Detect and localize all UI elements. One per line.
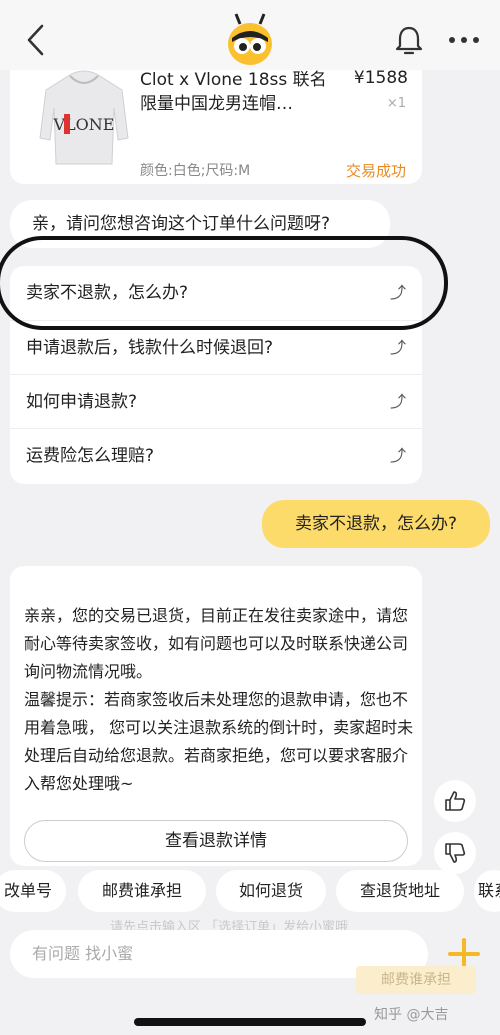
product-image: VLONE	[39, 70, 129, 165]
product-quantity: ×1	[386, 96, 406, 111]
view-refund-details-button[interactable]: 查看退款详情	[24, 820, 408, 862]
home-indicator	[134, 1018, 366, 1026]
product-title: Clot x Vlone 18ss 联名限量中国龙男连帽…	[140, 70, 327, 114]
thumbs-down-icon	[445, 843, 466, 863]
faq-item-label: 运费险怎么理赔?	[26, 446, 155, 466]
bee-mascot-icon	[228, 13, 272, 65]
faq-item[interactable]: 申请退款后，钱款什么时候退回? ⤴	[10, 320, 422, 374]
overlay-chip-shipping-fee: 邮费谁承担	[356, 966, 476, 994]
zhihu-watermark: 知乎 @大吉	[374, 1007, 449, 1023]
chip-change-tracking-number[interactable]: 改单号	[0, 870, 66, 912]
chip-how-to-return[interactable]: 如何退货	[216, 870, 326, 912]
faq-item-label: 申请退款后，钱款什么时候退回?	[26, 338, 274, 358]
thumbs-up-button[interactable]	[434, 780, 476, 822]
reply-tip-paragraph: 温馨提示：若商家签收后未处理您的退款申请，您也不用着急哦， 您可以关注退款系统的…	[24, 690, 414, 793]
top-nav-bar	[0, 0, 500, 70]
faq-item-label: 卖家不退款，怎么办?	[26, 283, 189, 303]
faq-item[interactable]: 运费险怎么理赔? ⤴	[10, 428, 422, 482]
chip-return-address[interactable]: 查退货地址	[336, 870, 464, 912]
bell-icon[interactable]	[394, 24, 424, 56]
product-spec: 颜色:白色;尺码:M	[140, 163, 251, 179]
reply-text: 亲亲，您的交易已退货，目前正在发往卖家途中，请您耐心等待卖家签收，如有问题也可以…	[24, 602, 414, 798]
user-message-bubble: 卖家不退款，怎么办?	[262, 500, 490, 548]
faq-item[interactable]: 卖家不退款，怎么办? ⤴	[10, 266, 422, 320]
bot-greeting-bubble: 亲，请问您想咨询这个订单什么问题呀?	[10, 200, 390, 248]
quick-reply-chips: 改单号 邮费谁承担 如何退货 查退货地址 联系	[0, 870, 500, 914]
order-status: 交易成功	[345, 162, 406, 180]
faq-item-label: 如何申请退款?	[26, 392, 138, 412]
thumbs-up-icon	[445, 791, 466, 811]
arrow-icon: ⤴	[389, 446, 406, 465]
chevron-left-icon[interactable]	[24, 22, 48, 58]
chip-shipping-fee[interactable]: 邮费谁承担	[78, 870, 206, 912]
arrow-icon: ⤴	[389, 392, 406, 411]
product-price: ¥1588	[353, 68, 408, 88]
arrow-icon: ⤴	[389, 338, 406, 357]
arrow-icon: ⤴	[389, 283, 406, 302]
chip-contact[interactable]: 联系	[474, 870, 500, 912]
more-dots-icon[interactable]	[446, 30, 482, 50]
faq-card: 卖家不退款，怎么办? ⤴ 申请退款后，钱款什么时候退回? ⤴ 如何申请退款? ⤴…	[10, 266, 422, 484]
faq-item[interactable]: 如何申请退款? ⤴	[10, 374, 422, 428]
thumbs-down-button[interactable]	[434, 832, 476, 874]
bot-reply-card: 亲亲，您的交易已退货，目前正在发往卖家途中，请您耐心等待卖家签收，如有问题也可以…	[10, 566, 422, 866]
reply-paragraph: 亲亲，您的交易已退货，目前正在发往卖家途中，请您耐心等待卖家签收，如有问题也可以…	[24, 606, 409, 681]
svg-text:VLONE: VLONE	[53, 115, 115, 134]
